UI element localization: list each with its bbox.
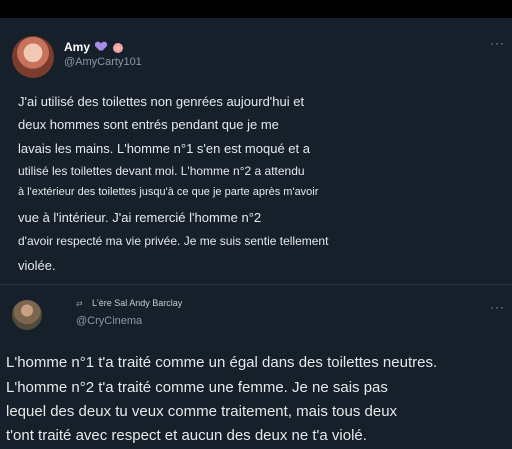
divider — [0, 284, 512, 285]
user-handle[interactable]: @AmyCarty101 — [64, 56, 142, 68]
top-black-bar — [0, 0, 512, 18]
flower-icon — [112, 42, 123, 53]
display-name[interactable]: Amy — [64, 40, 123, 54]
display-name[interactable]: ⇄ L'ère Sal Andy Barclay — [76, 298, 182, 308]
avatar[interactable] — [12, 300, 42, 330]
more-options-icon[interactable]: ··· — [490, 300, 505, 314]
tweet-text-line: t'ont traité avec respect et aucun des d… — [6, 427, 367, 444]
tweet-text-line: lequel des deux tu veux comme traitement… — [6, 403, 398, 420]
tweet-text-line: vue à l'intérieur. J'ai remercié l'homme… — [18, 210, 262, 225]
tweet-text-line: deux hommes sont entrés pendant que je m… — [18, 117, 279, 132]
tweet-text-line: utilisé les toilettes devant moi. L'homm… — [18, 164, 305, 178]
tweet-text-line: J'ai utilisé des toilettes non genrées a… — [18, 94, 305, 109]
avatar[interactable] — [12, 36, 54, 78]
tweet-text-line: d'avoir respecté ma vie privée. Je me su… — [18, 234, 329, 248]
tweet-text-line: lavais les mains. L'homme n°1 s'en est m… — [18, 141, 310, 156]
retweet-icon: ⇄ — [76, 299, 83, 308]
purple-heart-icon — [96, 42, 106, 52]
user-handle[interactable]: @CryCinema — [76, 315, 142, 327]
tweet-text-line: à l'extérieur des toilettes jusqu'à ce q… — [18, 186, 319, 198]
tweet-text-line: violée. — [18, 258, 56, 273]
more-options-icon[interactable]: ··· — [490, 36, 505, 50]
tweet-text-line: L'homme n°1 t'a traité comme un égal dan… — [6, 354, 438, 371]
tweet-text-line: L'homme n°2 t'a traité comme une femme. … — [6, 379, 388, 396]
